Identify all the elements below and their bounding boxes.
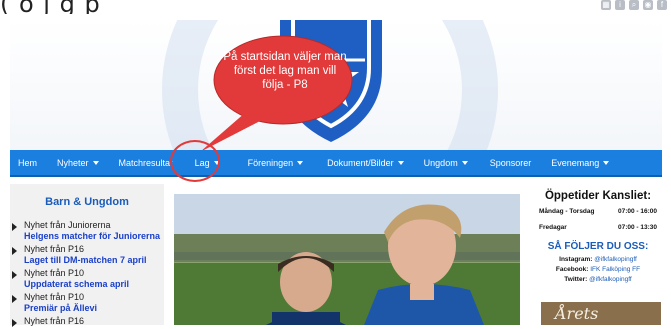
right-info-column: Öppetider Kansliet: Måndag - Torsdag 07:…	[535, 190, 661, 285]
chevron-down-icon	[213, 160, 220, 165]
follow-row-facebook: Facebook: IFK Falköping FF	[535, 265, 661, 275]
ad-text: Årets	[555, 304, 599, 323]
hours-time: 07:00 - 13:30	[617, 224, 657, 231]
news-link[interactable]: Premiär på Ällevi	[24, 303, 164, 314]
news-link[interactable]: Uppdaterat schema april	[24, 279, 164, 290]
nav-item-foreningen[interactable]: Föreningen	[248, 158, 304, 168]
chevron-down-icon	[297, 160, 304, 165]
nav-item-ungdom[interactable]: Ungdom	[424, 158, 468, 168]
news-category: Nyhet från P10	[24, 268, 85, 278]
follow-row-instagram: Instagram: @ifkfalkopingff	[535, 255, 661, 265]
hours-day: Fredagar	[539, 224, 567, 231]
follow-us-title: SÅ FÖLJER DU OSS:	[547, 241, 649, 252]
nav-item-sponsorer[interactable]: Sponsorer	[490, 158, 532, 168]
sidebar-news-list: Nyhet från Juniorerna Helgens matcher fö…	[10, 220, 164, 329]
nav-item-dokument-bilder[interactable]: Dokument/Bilder	[327, 158, 404, 168]
hours-row: Fredagar 07:00 - 13:30	[535, 224, 661, 231]
news-category: Nyhet från P16	[24, 316, 85, 326]
opening-hours-title: Öppetider Kansliet:	[544, 190, 652, 202]
nav-item-nyheter[interactable]: Nyheter	[57, 158, 99, 168]
news-link[interactable]: Helgens matcher för Juniorerna	[24, 231, 164, 242]
triangle-right-icon	[12, 319, 17, 327]
news-link[interactable]: Laget till DM-matchen 7 april	[24, 255, 164, 266]
nav-item-matchresultat[interactable]: Matchresultat	[119, 158, 173, 168]
featured-news-photo[interactable]	[174, 194, 520, 325]
chevron-down-icon	[461, 160, 468, 165]
list-item: Nyhet från P16	[10, 316, 164, 327]
list-item: Nyhet från P10 Uppdaterat schema april	[10, 268, 164, 290]
hours-row: Måndag - Torsdag 07:00 - 16:00	[535, 208, 661, 215]
callout-text: På startsidan väljer man först det lag m…	[223, 51, 347, 91]
follow-row-twitter: Twitter: @ifkfalkopingff	[535, 275, 661, 285]
nav-item-hem[interactable]: Hem	[18, 158, 37, 168]
sidebar-heading: Barn & Ungdom	[45, 196, 129, 208]
news-category: Nyhet från P10	[24, 292, 85, 302]
ad-banner[interactable]: Årets	[541, 302, 661, 325]
news-category: Nyhet från Juniorerna	[24, 220, 111, 230]
chevron-down-icon	[397, 160, 404, 165]
instagram-link[interactable]: @ifkfalkopingff	[594, 256, 637, 263]
news-category: Nyhet från P16	[24, 244, 85, 254]
twitter-link[interactable]: @ifkfalkopingff	[589, 276, 632, 283]
facebook-link[interactable]: IFK Falköping FF	[590, 266, 640, 273]
follow-label: Twitter:	[564, 276, 588, 283]
follow-label: Facebook:	[555, 266, 589, 273]
list-item: Nyhet från P16 Laget till DM-matchen 7 a…	[10, 244, 164, 266]
triangle-right-icon	[12, 271, 17, 279]
hours-time: 07:00 - 16:00	[617, 208, 657, 215]
chevron-down-icon	[92, 160, 99, 165]
list-item: Nyhet från P10 Premiär på Ällevi	[10, 292, 164, 314]
nav-item-lag[interactable]: Lag	[195, 158, 220, 168]
chevron-down-icon	[603, 160, 610, 165]
triangle-right-icon	[12, 247, 17, 255]
nav-item-evenemang[interactable]: Evenemang	[551, 158, 610, 168]
list-item: Nyhet från Juniorerna Helgens matcher fö…	[10, 220, 164, 242]
main-navbar: Hem Nyheter Matchresultat Lag Föreningen…	[10, 150, 662, 177]
players-photo-image	[174, 194, 520, 325]
hours-day: Måndag - Torsdag	[539, 208, 595, 215]
triangle-right-icon	[12, 223, 17, 231]
follow-label: Instagram:	[559, 256, 593, 263]
triangle-right-icon	[12, 295, 17, 303]
